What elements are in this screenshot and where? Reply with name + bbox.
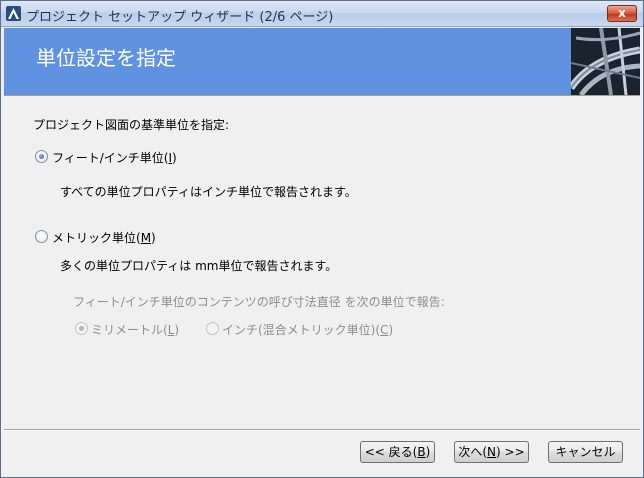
inch-mixed-label[interactable]: インチ(混合メトリック単位)(C) xyxy=(222,321,393,338)
page-title: 単位設定を指定 xyxy=(36,46,176,70)
back-label-close: ) xyxy=(425,445,431,459)
inch-mixed-label-close: ) xyxy=(388,323,394,337)
millimeter-radio[interactable] xyxy=(75,322,88,335)
feet-inch-radio[interactable] xyxy=(35,150,48,163)
units-prompt: プロジェクト図面の基準単位を指定: xyxy=(33,118,230,132)
diameter-report-prompt: フィート/インチ単位のコンテンツの呼び寸法直径 を次の単位で報告: xyxy=(73,295,445,309)
pipes-illustration xyxy=(571,28,640,95)
metric-accel: M xyxy=(140,231,152,245)
back-accel: B xyxy=(417,445,426,459)
next-label: 次へ( xyxy=(458,445,488,459)
metric-label[interactable]: メトリック単位(M) xyxy=(52,229,156,246)
radio-selected-dot xyxy=(79,326,84,331)
industrial-pipes-image xyxy=(571,28,640,95)
metric-label-text: メトリック単位( xyxy=(52,231,141,245)
autodesk-a-icon xyxy=(6,6,21,21)
feet-inch-description: すべての単位プロパティはインチ単位で報告されます。 xyxy=(60,185,357,199)
metric-radio[interactable] xyxy=(35,230,48,243)
banner-divider xyxy=(4,95,640,96)
window-title: プロジェクト セットアップ ウィザード (2/6 ページ) xyxy=(26,10,334,25)
wizard-window: プロジェクト セットアップ ウィザード (2/6 ページ) x 単位設定を指定 … xyxy=(0,0,644,478)
title-bar[interactable]: プロジェクト セットアップ ウィザード (2/6 ページ) x xyxy=(1,1,643,27)
close-icon: x xyxy=(618,6,626,20)
next-label-close: ) >> xyxy=(496,445,525,459)
feet-inch-label[interactable]: フィート/インチ単位(I) xyxy=(52,149,177,166)
millimeter-label[interactable]: ミリメートル(L) xyxy=(91,321,179,338)
feet-inch-label-close: ) xyxy=(172,151,177,165)
next-accel: N xyxy=(487,445,497,459)
next-button[interactable]: 次へ(N) >> xyxy=(454,441,529,463)
inch-mixed-radio[interactable] xyxy=(206,322,219,335)
cancel-button[interactable]: キャンセル xyxy=(548,441,623,463)
millimeter-label-text: ミリメートル( xyxy=(91,323,168,337)
header-banner: 単位設定を指定 xyxy=(4,28,640,95)
feet-inch-label-text: フィート/インチ単位( xyxy=(52,151,169,165)
close-button[interactable]: x xyxy=(607,5,637,22)
metric-description: 多くの単位プロパティは mm単位で報告されます。 xyxy=(60,259,338,273)
back-label: << 戻る( xyxy=(364,445,418,459)
metric-label-close: ) xyxy=(151,231,156,245)
footer-divider xyxy=(4,429,640,430)
millimeter-label-close: ) xyxy=(174,323,180,337)
inch-mixed-label-text: インチ(混合メトリック単位)( xyxy=(222,323,381,337)
back-button[interactable]: << 戻る(B) xyxy=(360,441,435,463)
radio-selected-dot xyxy=(39,154,44,159)
